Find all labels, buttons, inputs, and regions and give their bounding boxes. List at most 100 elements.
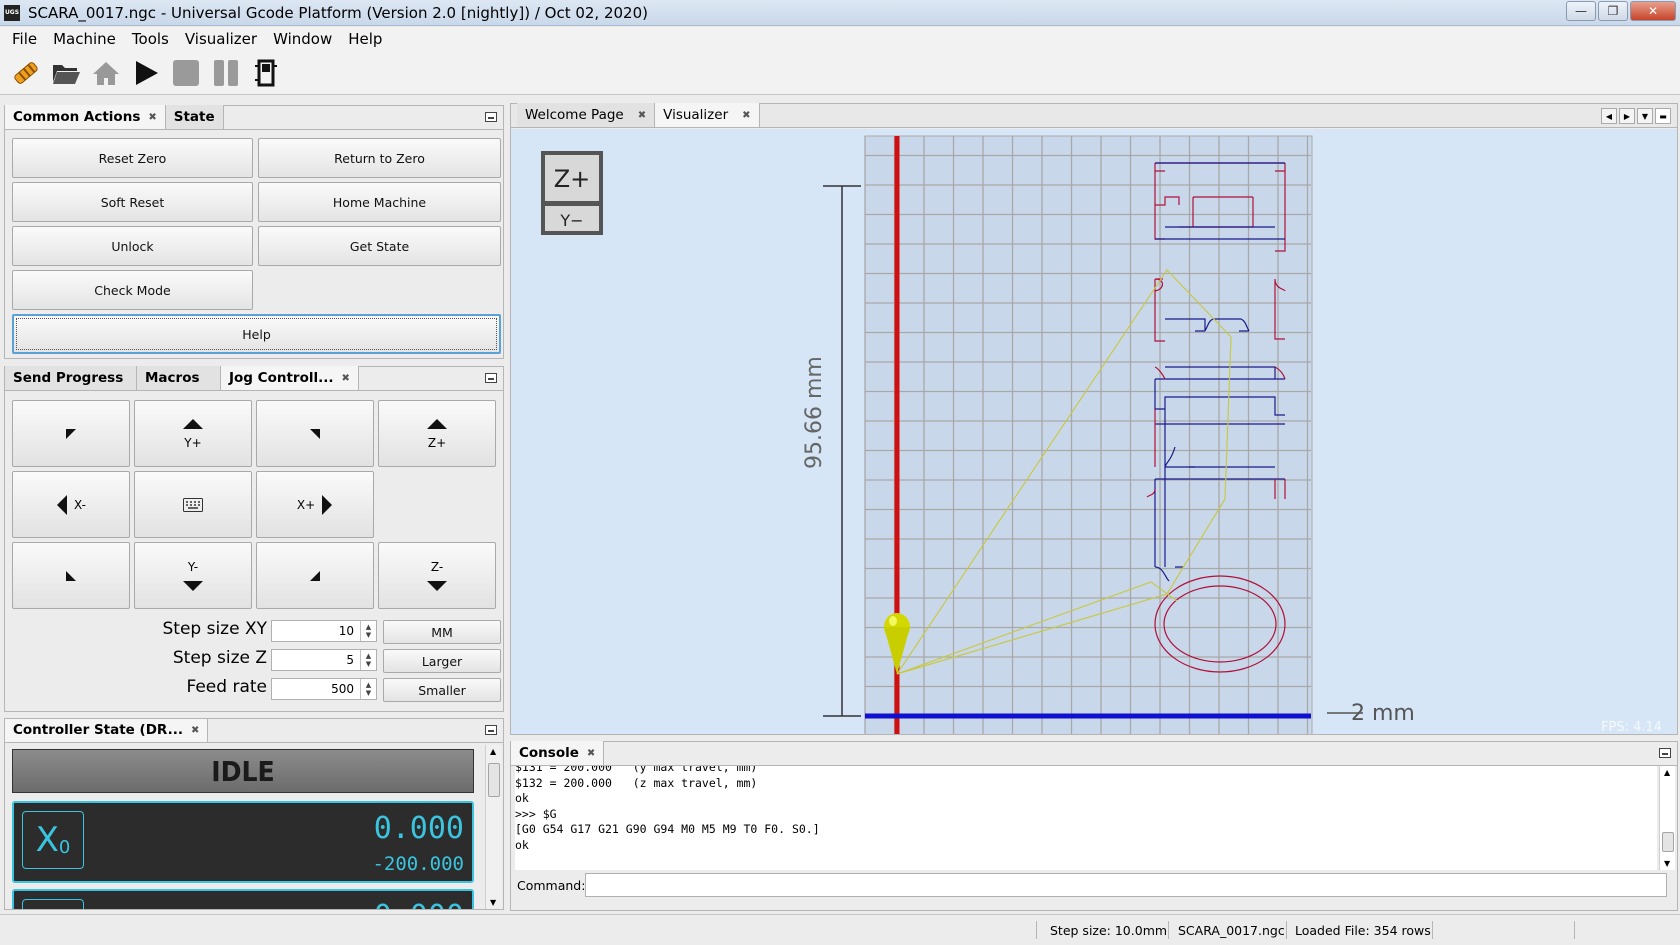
jog-panel-tabs: Send Progress Macros Jog Controll... ✖ <box>5 366 503 391</box>
console-tabs: Console ✖ <box>511 741 1677 766</box>
return-to-zero-button[interactable]: Return to Zero <box>258 138 501 178</box>
scroll-up-icon[interactable]: ▲ <box>1664 768 1670 777</box>
tab-send-progress[interactable]: Send Progress <box>5 366 137 390</box>
tab-welcome-page[interactable]: Welcome Page ✖ <box>517 103 656 127</box>
jog-x-minus-y-minus-button[interactable] <box>12 542 130 609</box>
smaller-button[interactable]: Smaller <box>383 678 501 702</box>
arrow-up-left-icon <box>66 428 76 439</box>
pause-button[interactable] <box>210 56 242 90</box>
spinner-arrows-icon[interactable]: ▲ ▼ <box>360 679 376 699</box>
tab-scroll-left-icon[interactable]: ◀ <box>1601 108 1617 124</box>
tab-scroll-right-icon[interactable]: ▶ <box>1619 108 1635 124</box>
get-state-button[interactable]: Get State <box>258 226 501 266</box>
console-line: $131 = 200.000 (y max travel, mm) <box>515 766 758 774</box>
status-separator <box>1286 921 1287 939</box>
stop-button[interactable] <box>170 56 202 90</box>
close-tab-icon[interactable]: ✖ <box>742 110 750 121</box>
reset-x-zero-button[interactable]: X0 <box>22 811 84 869</box>
console-scrollbar[interactable]: ▲ ▼ <box>1659 766 1675 870</box>
menu-help[interactable]: Help <box>340 30 390 48</box>
jog-label: X- <box>74 497 86 512</box>
maximize-button[interactable]: ❐ <box>1598 1 1628 21</box>
close-tab-icon[interactable]: ✖ <box>587 748 595 759</box>
close-tab-icon[interactable]: ✖ <box>148 112 156 123</box>
unit-mm-button[interactable]: MM <box>383 620 501 644</box>
jog-z-minus-button[interactable]: Z- <box>378 542 496 609</box>
jog-label: Z+ <box>427 435 447 450</box>
scroll-down-icon[interactable]: ▼ <box>490 898 496 907</box>
jog-x-plus-button[interactable]: X+ <box>256 471 374 538</box>
dro-x-axis: X0 0.000 -200.000 <box>12 801 474 883</box>
view-cube[interactable]: Z+ Y− <box>541 151 603 235</box>
title-bar: UGS SCARA_0017.ngc - Universal Gcode Pla… <box>0 0 1680 26</box>
scroll-down-icon[interactable]: ▼ <box>1664 859 1670 868</box>
unlock-button[interactable]: Unlock <box>12 226 253 266</box>
jog-z-plus-button[interactable]: Z+ <box>378 400 496 467</box>
step-size-xy-input[interactable]: 10 ▲ ▼ <box>271 620 377 642</box>
controller-state-scrollbar[interactable]: ▲ ▼ <box>485 745 501 909</box>
status-bar: Step size: 10.0mm SCARA_0017.ngc Loaded … <box>0 914 1680 944</box>
tab-controller-state[interactable]: Controller State (DR... ✖ <box>5 719 209 742</box>
jog-label: X+ <box>296 497 316 512</box>
menu-file[interactable]: File <box>4 30 45 48</box>
help-button[interactable]: Help <box>12 314 501 354</box>
jog-y-minus-button[interactable]: Y- <box>134 542 252 609</box>
close-button[interactable]: ✕ <box>1630 1 1676 21</box>
outline-button[interactable] <box>250 56 282 90</box>
scroll-up-icon[interactable]: ▲ <box>490 747 496 756</box>
jog-y-plus-button[interactable]: Y+ <box>134 400 252 467</box>
visualizer-canvas[interactable]: Z+ Y− 95.66 mm 2 mm FPS: 4.14 <box>511 129 1677 734</box>
feed-rate-input[interactable]: 500 ▲ ▼ <box>271 678 377 700</box>
close-tab-icon[interactable]: ✖ <box>341 373 349 384</box>
scroll-thumb[interactable] <box>1662 832 1674 852</box>
jog-x-minus-y-plus-button[interactable] <box>12 400 130 467</box>
home-button[interactable] <box>90 56 122 90</box>
open-button[interactable] <box>50 56 82 90</box>
dro-y-axis: 0.000 <box>12 889 474 909</box>
tab-jog-controller[interactable]: Jog Controll... ✖ <box>221 366 359 390</box>
minimize-panel-icon[interactable] <box>485 112 497 122</box>
jog-x-minus-button[interactable]: X- <box>12 471 130 538</box>
soft-reset-button[interactable]: Soft Reset <box>12 182 253 222</box>
console-output[interactable]: $131 = 200.000 (y max travel, mm) $132 =… <box>515 766 1657 870</box>
close-tab-icon[interactable]: ✖ <box>638 110 646 121</box>
close-tab-icon[interactable]: ✖ <box>191 725 199 736</box>
connect-button[interactable] <box>10 56 42 90</box>
jog-x-plus-y-minus-button[interactable] <box>256 542 374 609</box>
home-machine-button[interactable]: Home Machine <box>258 182 501 222</box>
console-panel: Console ✖ $131 = 200.000 (y max travel, m… <box>510 741 1678 911</box>
tab-state[interactable]: State <box>165 105 224 129</box>
dimension-label: 95.66 mm <box>802 356 827 469</box>
minimize-panel-icon[interactable] <box>485 373 497 383</box>
menu-visualizer[interactable]: Visualizer <box>177 30 265 48</box>
tab-label: Welcome Page <box>525 107 624 123</box>
arrow-up-icon <box>427 418 447 429</box>
spinner-arrows-icon[interactable]: ▲ ▼ <box>360 650 376 670</box>
menu-window[interactable]: Window <box>265 30 340 48</box>
minimize-panel-icon[interactable] <box>485 725 497 735</box>
keyboard-jog-button[interactable] <box>134 471 252 538</box>
play-button[interactable] <box>130 56 162 90</box>
minimize-button[interactable]: — <box>1566 1 1596 21</box>
menu-machine[interactable]: Machine <box>45 30 124 48</box>
tab-common-actions[interactable]: Common Actions ✖ <box>5 105 166 129</box>
step-size-z-label: Step size Z <box>172 648 267 668</box>
step-size-z-input[interactable]: 5 ▲ ▼ <box>271 649 377 671</box>
reset-y-zero-button[interactable] <box>22 899 84 909</box>
tab-list-icon[interactable]: ▼ <box>1637 108 1653 124</box>
reset-zero-button[interactable]: Reset Zero <box>12 138 253 178</box>
check-mode-button[interactable]: Check Mode <box>12 270 253 310</box>
spinner-arrows-icon[interactable]: ▲ ▼ <box>360 621 376 641</box>
command-input[interactable] <box>585 873 1667 897</box>
scroll-thumb[interactable] <box>488 763 500 797</box>
jog-x-plus-y-plus-button[interactable] <box>256 400 374 467</box>
gcode-preview[interactable]: Z+ Y− 95.66 mm 2 mm FPS: 4.14 <box>511 129 1677 734</box>
menu-tools[interactable]: Tools <box>124 30 177 48</box>
tab-visualizer[interactable]: Visualizer ✖ <box>655 103 760 127</box>
larger-button[interactable]: Larger <box>383 649 501 673</box>
minimize-panel-icon[interactable]: ▬ <box>1655 108 1671 124</box>
tab-macros[interactable]: Macros <box>137 366 221 390</box>
tab-console[interactable]: Console ✖ <box>511 741 605 765</box>
controller-state-panel: Controller State (DR... ✖ IDLE X0 0.000 -… <box>4 718 504 910</box>
minimize-panel-icon[interactable] <box>1659 748 1671 758</box>
